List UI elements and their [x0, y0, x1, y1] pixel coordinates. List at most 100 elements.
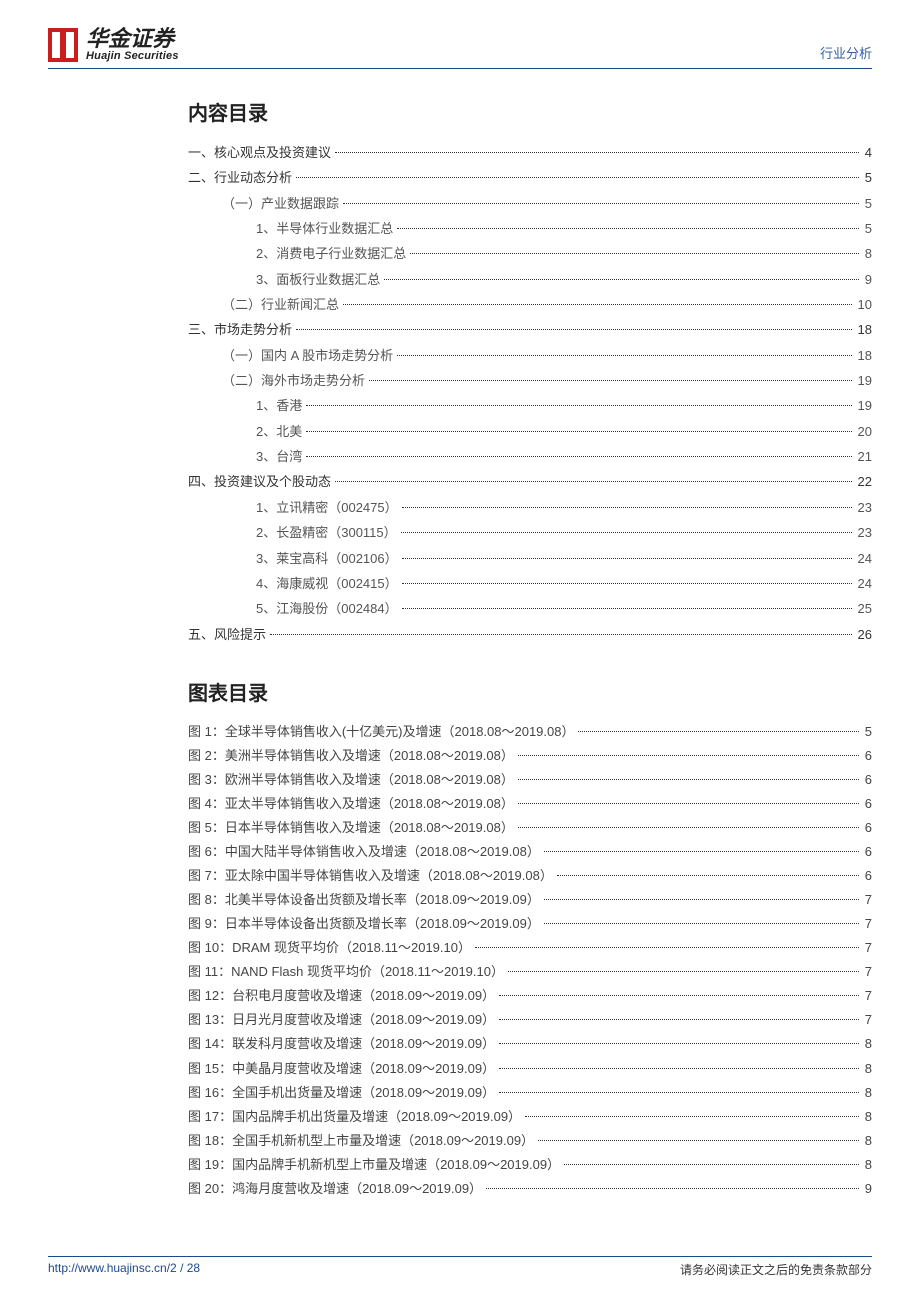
leader-dots — [296, 177, 859, 178]
figure-entry[interactable]: 图 20：鸿海月度营收及增速（2018.09～2019.09）9 — [188, 1177, 872, 1201]
leader-dots — [538, 1140, 859, 1141]
figure-page: 6 — [863, 792, 872, 816]
toc-entry[interactable]: 2、消费电子行业数据汇总8 — [188, 241, 872, 266]
leader-dots — [518, 827, 859, 828]
toc-entry[interactable]: 3、莱宝高科（002106）24 — [188, 546, 872, 571]
toc-entry[interactable]: （二）海外市场走势分析19 — [188, 368, 872, 393]
figure-entry[interactable]: 图 9：日本半导体设备出货额及增长率（2018.09～2019.09）7 — [188, 912, 872, 936]
figure-entry[interactable]: 图 11：NAND Flash 现货平均价（2018.11～2019.10） 7 — [188, 960, 872, 984]
toc-entry[interactable]: 3、台湾21 — [188, 444, 872, 469]
figure-page: 8 — [863, 1032, 872, 1056]
figure-entry[interactable]: 图 15：中美晶月度营收及增速（2018.09～2019.09）8 — [188, 1057, 872, 1081]
toc-entry[interactable]: 1、半导体行业数据汇总5 — [188, 216, 872, 241]
leader-dots — [335, 152, 859, 153]
leader-dots — [544, 923, 859, 924]
leader-dots — [499, 995, 859, 996]
leader-dots — [402, 608, 852, 609]
leader-dots — [525, 1116, 859, 1117]
figure-page: 8 — [863, 1105, 872, 1129]
figure-entry[interactable]: 图 2：美洲半导体销售收入及增速（2018.08～2019.08）6 — [188, 744, 872, 768]
logo-mark-icon — [48, 28, 78, 62]
figure-label: 图 13：日月光月度营收及增速（2018.09～2019.09） — [188, 1008, 495, 1032]
toc-page: 23 — [856, 495, 872, 520]
leader-dots — [343, 203, 859, 204]
figure-label: 图 3：欧洲半导体销售收入及增速（2018.08～2019.08） — [188, 768, 514, 792]
leader-dots — [475, 947, 859, 948]
toc-entry[interactable]: （二）行业新闻汇总10 — [188, 292, 872, 317]
leader-dots — [499, 1068, 859, 1069]
figure-page: 8 — [863, 1081, 872, 1105]
figure-entry[interactable]: 图 17：国内品牌手机出货量及增速（2018.09～2019.09）8 — [188, 1105, 872, 1129]
figure-entry[interactable]: 图 6：中国大陆半导体销售收入及增速（2018.08～2019.08）6 — [188, 840, 872, 864]
figure-entry[interactable]: 图 8：北美半导体设备出货额及增长率（2018.09～2019.09）7 — [188, 888, 872, 912]
figure-entry[interactable]: 图 10：DRAM 现货平均价（2018.11～2019.10）7 — [188, 936, 872, 960]
figure-label: 图 4：亚太半导体销售收入及增速（2018.08～2019.08） — [188, 792, 514, 816]
leader-dots — [544, 899, 859, 900]
toc-label: 1、香港 — [256, 393, 302, 418]
toc-entry[interactable]: 1、香港19 — [188, 393, 872, 418]
figure-entry[interactable]: 图 5：日本半导体销售收入及增速（2018.08～2019.08）6 — [188, 816, 872, 840]
figure-page: 6 — [863, 768, 872, 792]
toc-label: 1、半导体行业数据汇总 — [256, 216, 393, 241]
leader-dots — [518, 779, 859, 780]
toc-entry[interactable]: 3、面板行业数据汇总9 — [188, 267, 872, 292]
leader-dots — [397, 355, 851, 356]
figure-entry[interactable]: 图 13：日月光月度营收及增速（2018.09～2019.09）7 — [188, 1008, 872, 1032]
toc-entry[interactable]: 二、行业动态分析5 — [188, 165, 872, 190]
footer-url: http://www.huajinsc.cn/2 / 28 — [48, 1261, 200, 1278]
leader-dots — [369, 380, 852, 381]
toc-entry[interactable]: 2、北美20 — [188, 419, 872, 444]
leader-dots — [518, 755, 859, 756]
toc-entry[interactable]: 4、海康威视（002415）24 — [188, 571, 872, 596]
toc-entry[interactable]: 五、风险提示26 — [188, 622, 872, 647]
toc-entry[interactable]: 5、江海股份（002484）25 — [188, 596, 872, 621]
figure-label: 图 6：中国大陆半导体销售收入及增速（2018.08～2019.08） — [188, 840, 540, 864]
figure-entry[interactable]: 图 19：国内品牌手机新机型上市量及增速（2018.09～2019.09）8 — [188, 1153, 872, 1177]
figure-page: 7 — [863, 960, 872, 984]
leader-dots — [306, 431, 851, 432]
figure-page: 6 — [863, 744, 872, 768]
toc-entry[interactable]: 三、市场走势分析18 — [188, 317, 872, 342]
toc-page: 21 — [856, 444, 872, 469]
toc-page: 22 — [856, 469, 872, 494]
figure-label: 图 8：北美半导体设备出货额及增长率（2018.09～2019.09） — [188, 888, 540, 912]
figure-label: 图 11：NAND Flash 现货平均价（2018.11～2019.10） — [188, 960, 504, 984]
leader-dots — [401, 532, 852, 533]
figure-entry[interactable]: 图 16：全国手机出货量及增速（2018.09～2019.09）8 — [188, 1081, 872, 1105]
figure-page: 7 — [863, 912, 872, 936]
toc-page: 5 — [863, 165, 872, 190]
toc-entry[interactable]: 2、长盈精密（300115）23 — [188, 520, 872, 545]
figure-page: 6 — [863, 816, 872, 840]
figure-entry[interactable]: 图 4：亚太半导体销售收入及增速（2018.08～2019.08） 6 — [188, 792, 872, 816]
figure-page: 8 — [863, 1153, 872, 1177]
leader-dots — [544, 851, 859, 852]
toc-entry[interactable]: （一）国内 A 股市场走势分析18 — [188, 343, 872, 368]
figure-label: 图 1：全球半导体销售收入(十亿美元)及增速（2018.08～2019.08） — [188, 720, 574, 744]
toc-entry[interactable]: 四、投资建议及个股动态22 — [188, 469, 872, 494]
figure-page: 6 — [863, 864, 872, 888]
leader-dots — [557, 875, 859, 876]
toc-entry[interactable]: （一）产业数据跟踪5 — [188, 191, 872, 216]
toc-label: 2、消费电子行业数据汇总 — [256, 241, 406, 266]
toc-page: 26 — [856, 622, 872, 647]
figure-entry[interactable]: 图 7：亚太除中国半导体销售收入及增速（2018.08～2019.08）6 — [188, 864, 872, 888]
footer-disclaimer: 请务必阅读正文之后的免责条款部分 — [680, 1261, 872, 1278]
figure-entry[interactable]: 图 12：台积电月度营收及增速（2018.09～2019.09）7 — [188, 984, 872, 1008]
leader-dots — [410, 253, 859, 254]
figure-entry[interactable]: 图 3：欧洲半导体销售收入及增速（2018.08～2019.08） 6 — [188, 768, 872, 792]
page-footer: http://www.huajinsc.cn/2 / 28 请务必阅读正文之后的… — [48, 1256, 872, 1278]
toc-entry[interactable]: 一、核心观点及投资建议4 — [188, 140, 872, 165]
leader-dots — [564, 1164, 859, 1165]
figure-entry[interactable]: 图 18：全国手机新机型上市量及增速（2018.09～2019.09）8 — [188, 1129, 872, 1153]
toc-label: 1、立讯精密（002475） — [256, 495, 398, 520]
toc-entry[interactable]: 1、立讯精密（002475） 23 — [188, 495, 872, 520]
brand-logo: 华金证券 Huajin Securities — [48, 28, 179, 62]
leader-dots — [306, 405, 851, 406]
figure-entry[interactable]: 图 14：联发科月度营收及增速（2018.09～2019.09）8 — [188, 1032, 872, 1056]
toc-label: 一、核心观点及投资建议 — [188, 140, 331, 165]
leader-dots — [578, 731, 858, 732]
toc-label: （一）国内 A 股市场走势分析 — [222, 343, 393, 368]
leader-dots — [270, 634, 852, 635]
toc-page: 23 — [856, 520, 872, 545]
figure-entry[interactable]: 图 1：全球半导体销售收入(十亿美元)及增速（2018.08～2019.08）5 — [188, 720, 872, 744]
